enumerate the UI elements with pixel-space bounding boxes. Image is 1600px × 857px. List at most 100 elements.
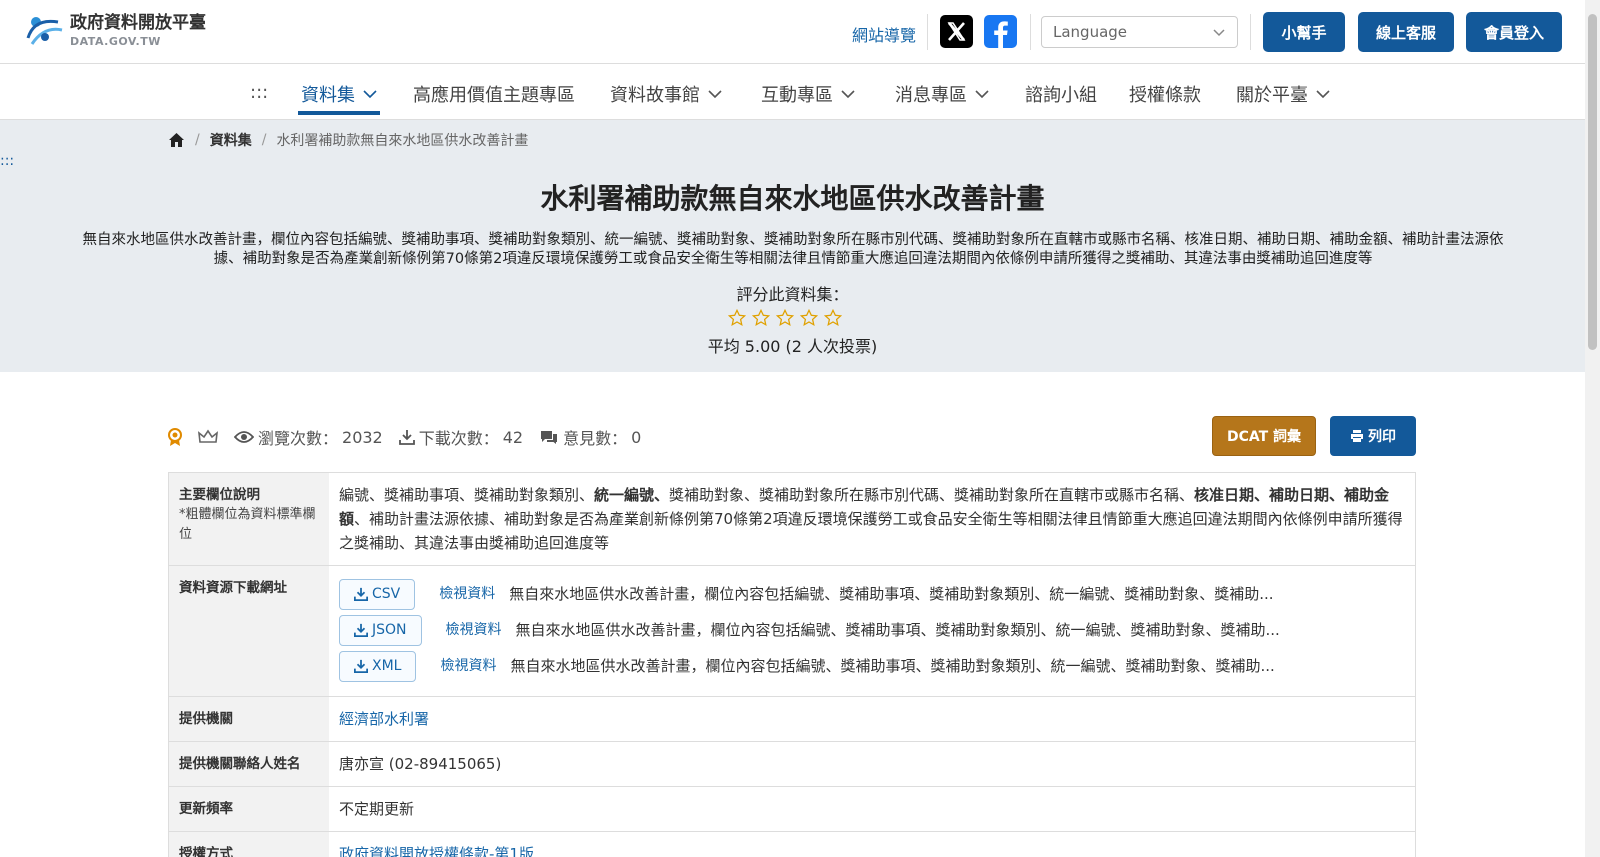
license-value[interactable]: 政府資料開放授權條款-第1版 — [329, 832, 1415, 857]
star-icon[interactable] — [776, 309, 794, 327]
logo-icon — [26, 17, 63, 45]
nav-license[interactable]: 授權條款 — [1129, 81, 1201, 107]
download-icon — [398, 430, 415, 445]
resource-description: 無自來水地區供水改善計畫，欄位內容包括編號、獎補助事項、獎補助對象類別、統一編號… — [509, 585, 1274, 603]
views-stat: 瀏覽次數： 2032 — [234, 425, 383, 449]
scrollbar-thumb[interactable] — [1588, 14, 1597, 350]
home-icon[interactable] — [168, 132, 185, 148]
rating-stars — [728, 309, 842, 327]
comments-stat: 意見數： 0 — [539, 425, 641, 449]
dataset-hero: / 資料集 / 水利署補助款無自來水地區供水改善計畫 ::: 水利署補助款無自來… — [0, 120, 1585, 372]
rating-average: 平均 5.00 (2 人次投票) — [707, 337, 878, 356]
top-header: 政府資料開放平臺 DATA.GOV.TW 網站導覽 Language 小幫手 線… — [0, 0, 1585, 64]
fields-description: 編號、獎補助事項、獎補助對象類別、統一編號、獎補助對象、獎補助對象所在縣市別代碼… — [329, 473, 1415, 565]
row-header: 資料資源下載網址 — [169, 566, 329, 696]
row-header: 更新頻率 — [169, 787, 329, 831]
print-button[interactable]: 列印 — [1330, 416, 1416, 456]
fields-note: *粗體欄位為資料標準欄位 — [179, 507, 316, 542]
eye-icon — [234, 431, 254, 443]
comments-label: 意見數： — [563, 429, 628, 448]
xml-download-button[interactable]: XML — [339, 650, 417, 682]
dataset-metadata-table: 主要欄位說明 *粗體欄位為資料標準欄位 編號、獎補助事項、獎補助對象類別、統一編… — [168, 472, 1416, 857]
chevron-down-icon — [841, 90, 855, 99]
nav-label: 高應用價值主題專區 — [413, 85, 575, 106]
views-count: 2032 — [342, 427, 383, 447]
helper-button[interactable]: 小幫手 — [1263, 12, 1345, 52]
fields-header: 主要欄位說明 — [179, 487, 260, 503]
star-icon[interactable] — [824, 309, 842, 327]
view-data-link[interactable]: 檢視資料 — [440, 654, 496, 678]
nav-news[interactable]: 消息專區 — [895, 81, 989, 107]
page-scrollbar[interactable] — [1585, 0, 1600, 857]
divider — [927, 14, 928, 50]
dcat-button[interactable]: DCAT 詞彙 — [1212, 416, 1316, 456]
resource-description: 無自來水地區供水改善計畫，欄位內容包括編號、獎補助事項、獎補助對象類別、統一編號… — [515, 621, 1280, 639]
fields-text: 、補助計畫法源依據、補助對象是否為產業創新條例第70條第2項違反環境保護勞工或食… — [339, 510, 1403, 552]
x-twitter-icon[interactable] — [940, 15, 973, 48]
print-label: 列印 — [1368, 429, 1396, 445]
sitemap-link[interactable]: 網站導覽 — [852, 22, 916, 46]
agency-link[interactable]: 經濟部水利署 — [329, 697, 1415, 741]
dataset-stats: 瀏覽次數： 2032 下載次數： 42 意見數： 0 — [166, 425, 657, 449]
resource-item: CSV 檢視資料 無自來水地區供水改善計畫，欄位內容包括編號、獎補助事項、獎補助… — [339, 576, 1405, 612]
download-icon — [354, 587, 368, 601]
downloads-stat: 下載次數： 42 — [398, 425, 523, 449]
language-select[interactable]: Language — [1041, 16, 1238, 48]
csv-download-button[interactable]: CSV — [339, 578, 416, 610]
crown-icon — [198, 429, 218, 443]
format-label: CSV — [372, 586, 401, 602]
nav-data-stories[interactable]: 資料故事館 — [610, 81, 722, 107]
nav-high-value[interactable]: 高應用價值主題專區 — [413, 81, 575, 107]
online-service-button[interactable]: 線上客服 — [1358, 12, 1454, 52]
breadcrumb-datasets[interactable]: 資料集 — [210, 130, 252, 150]
view-data-link[interactable]: 檢視資料 — [446, 618, 502, 642]
member-login-button[interactable]: 會員登入 — [1466, 12, 1562, 52]
medal-icon — [168, 428, 182, 446]
nav-interactive[interactable]: 互動專區 — [761, 81, 855, 107]
json-download-button[interactable]: JSON — [339, 614, 422, 646]
divider — [1030, 14, 1031, 50]
table-row: 提供機關 經濟部水利署 — [169, 697, 1415, 742]
nav-label: 資料故事館 — [610, 85, 700, 106]
chevron-down-icon — [975, 90, 989, 99]
nav-about[interactable]: 關於平臺 — [1236, 81, 1330, 107]
logo-title: 政府資料開放平臺 — [70, 13, 206, 33]
download-icon — [354, 623, 368, 637]
table-row: 主要欄位說明 *粗體欄位為資料標準欄位 編號、獎補助事項、獎補助對象類別、統一編… — [169, 473, 1415, 566]
format-label: XML — [372, 658, 402, 674]
content-accesskey[interactable]: ::: — [0, 153, 14, 169]
table-row: 資料資源下載網址 CSV 檢視資料 無自來水地區供水改善計畫，欄位內容包括編號、… — [169, 566, 1415, 697]
dataset-description: 無自來水地區供水改善計畫，欄位內容包括編號、獎補助事項、獎補助對象類別、統一編號… — [82, 232, 1504, 267]
nav-advisory[interactable]: 諮詢小組 — [1025, 81, 1097, 107]
star-icon[interactable] — [800, 309, 818, 327]
nav-label: 授權條款 — [1129, 85, 1201, 106]
resource-list: CSV 檢視資料 無自來水地區供水改善計畫，欄位內容包括編號、獎補助事項、獎補助… — [329, 566, 1415, 696]
view-data-link[interactable]: 檢視資料 — [439, 582, 495, 606]
resource-description: 無自來水地區供水改善計畫，欄位內容包括編號、獎補助事項、獎補助對象類別、統一編號… — [510, 657, 1275, 675]
comments-icon — [541, 431, 558, 444]
chevron-down-icon — [708, 90, 722, 99]
facebook-icon[interactable] — [984, 15, 1017, 48]
fields-text: 獎補助對象、獎補助對象所在縣市別代碼、獎補助對象所在直轄市或縣市名稱、 — [669, 486, 1195, 504]
row-header: 提供機關聯絡人姓名 — [169, 742, 329, 786]
printer-icon — [1351, 430, 1363, 442]
divider — [1250, 14, 1251, 50]
chevron-down-icon — [1316, 90, 1330, 99]
breadcrumb-separator: / — [195, 132, 200, 148]
nav-datasets[interactable]: 資料集 — [301, 81, 377, 107]
nav-label: 諮詢小組 — [1025, 85, 1097, 106]
main-nav: ::: 資料集 高應用價值主題專區 資料故事館 互動專區 消息專區 諮詢小組 授… — [0, 64, 1585, 120]
star-icon[interactable] — [728, 309, 746, 327]
table-row: 更新頻率 不定期更新 — [169, 787, 1415, 832]
site-logo[interactable]: 政府資料開放平臺 DATA.GOV.TW — [24, 12, 206, 50]
nav-label: 關於平臺 — [1236, 85, 1308, 106]
star-icon[interactable] — [752, 309, 770, 327]
fields-text: 編號、獎補助事項、獎補助對象類別、 — [339, 486, 595, 504]
frequency-value: 不定期更新 — [339, 800, 415, 818]
table-row: 提供機關聯絡人姓名 唐亦宣 (02-89415065) — [169, 742, 1415, 787]
fields-standard: 統一編號、 — [594, 486, 670, 504]
nav-accesskey[interactable]: ::: — [250, 82, 268, 103]
breadcrumb-separator: / — [261, 132, 267, 148]
comments-count: 0 — [631, 427, 642, 447]
row-header: 提供機關 — [169, 697, 329, 741]
